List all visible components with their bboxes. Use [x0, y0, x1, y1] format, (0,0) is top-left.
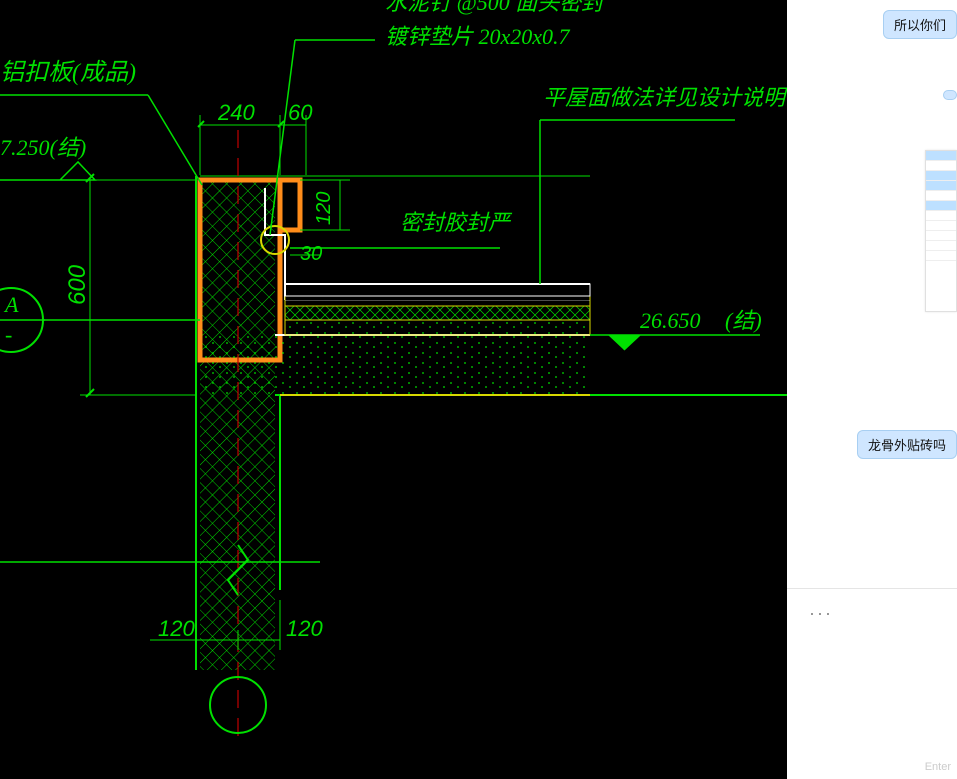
label-flatroof: 平屋面做法详见设计说明 — [543, 85, 787, 110]
chat-msg-1[interactable]: 所以你们 — [883, 10, 957, 39]
chat-messages[interactable]: 所以你们 龙骨外贴砖吗 — [787, 0, 957, 588]
layer-insulation — [285, 306, 590, 320]
label-top1: 水泥钉 @500 面头密封 — [385, 0, 606, 15]
dim-240: 240 — [198, 100, 284, 175]
svg-text:60: 60 — [288, 100, 313, 125]
chat-input-area[interactable]: ··· Enter — [787, 588, 957, 779]
dim-120-top: 120 — [300, 180, 350, 230]
label-sealant: 密封胶封严 — [400, 210, 513, 235]
parapet-top-step — [280, 180, 300, 230]
dim-600: 600 — [64, 174, 196, 397]
label-elev-left: 7.250(结) — [0, 135, 86, 160]
svg-text:120: 120 — [158, 616, 195, 641]
layer-protection — [285, 284, 590, 296]
layer-waterproof-tex — [285, 296, 590, 306]
svg-text:120: 120 — [313, 192, 335, 225]
elev-mark-left — [0, 162, 95, 180]
chat-panel: 所以你们 龙骨外贴砖吗 ··· Enter — [787, 0, 957, 779]
bubble-dash: - — [5, 322, 12, 347]
bubble-letter: A — [3, 292, 19, 317]
dim-60: 60 — [280, 100, 313, 175]
chat-image-thumb[interactable] — [925, 150, 957, 312]
slab-concrete — [275, 335, 590, 395]
svg-text:600: 600 — [64, 264, 91, 305]
label-buckle: 铝扣板(成品) — [0, 59, 136, 86]
cad-viewport[interactable]: A - 240 60 120 600 — [0, 0, 787, 779]
label-elev-right-b: (结) — [725, 308, 762, 333]
svg-text:240: 240 — [217, 100, 255, 125]
label-elev-right-a: 26.650 — [640, 308, 701, 333]
svg-text:30: 30 — [300, 243, 322, 265]
more-icon[interactable]: ··· — [809, 603, 833, 624]
layer-screed — [285, 320, 590, 335]
chat-msg-3[interactable]: 龙骨外贴砖吗 — [857, 430, 957, 459]
dim-30: 30 — [290, 243, 322, 265]
svg-text:120: 120 — [286, 616, 323, 641]
input-hint: Enter — [925, 761, 951, 773]
label-top2: 镀锌垫片 20x20x0.7 — [385, 24, 571, 49]
chat-msg-2[interactable] — [943, 90, 957, 100]
